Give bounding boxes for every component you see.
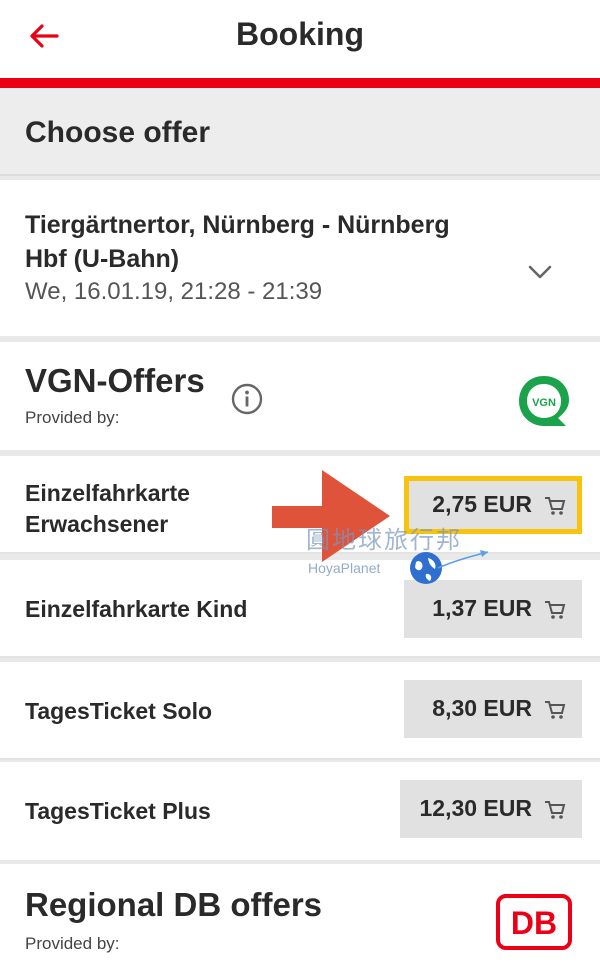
offer-price: 8,30 EUR — [432, 695, 532, 721]
plane-icon — [437, 550, 489, 569]
brand-bar — [0, 78, 600, 88]
cart-icon — [545, 701, 566, 719]
section-header: Choose offer — [0, 88, 600, 176]
db-logo: DB — [496, 894, 572, 950]
regional-provided-by: Provided by: — [25, 934, 120, 953]
offer-price: 2,75 EUR — [432, 491, 532, 517]
vgn-offers-title: VGN-Offers — [25, 362, 205, 399]
cart-icon — [545, 601, 566, 619]
cart-icon — [545, 801, 566, 819]
page-title: Booking — [236, 16, 364, 52]
vgn-logo: VGN — [519, 376, 569, 426]
vgn-provided-by: Provided by: — [25, 408, 120, 427]
vgn-logo-text: VGN — [532, 397, 556, 409]
offer-price: 1,37 EUR — [432, 595, 532, 621]
offer-row: TagesTicket Plus 12,30 EUR — [0, 762, 600, 860]
connection-card[interactable]: Tiergärtnertor, Nürnberg - Nürnberg Hbf … — [0, 180, 600, 336]
offer-label: Einzelfahrkarte Kind — [25, 596, 248, 622]
offer-label: TagesTicket Plus — [25, 798, 211, 824]
regional-offers-title: Regional DB offers — [25, 886, 323, 923]
watermark: 圓地球旅行邦 HoyaPlanet — [306, 520, 516, 590]
buy-button[interactable]: 12,30 EUR — [400, 780, 582, 838]
regional-db-offers-header: Regional DB offers Provided by: DB — [0, 864, 600, 973]
offer-row: TagesTicket Solo 8,30 EUR — [0, 662, 600, 760]
db-logo-text: DB — [511, 905, 557, 941]
offer-price: 12,30 EUR — [419, 795, 532, 821]
vgn-offers-header: VGN-Offers Provided by: VGN — [0, 342, 600, 450]
offer-label: Einzelfahrkarte Erwachsener — [25, 480, 190, 537]
offer-label: TagesTicket Solo — [25, 698, 213, 724]
connection-datetime: We, 16.01.19, 21:28 - 21:39 — [25, 278, 323, 305]
info-icon[interactable] — [230, 382, 264, 416]
chevron-down-icon[interactable] — [526, 258, 554, 286]
section-title: Choose offer — [25, 116, 211, 149]
watermark-subtext: HoyaPlanet — [308, 560, 381, 576]
cart-icon — [545, 497, 566, 515]
connection-route: Tiergärtnertor, Nürnberg - Nürnberg Hbf … — [25, 211, 450, 273]
app-header: Booking — [0, 0, 600, 78]
buy-button[interactable]: 8,30 EUR — [404, 680, 582, 738]
